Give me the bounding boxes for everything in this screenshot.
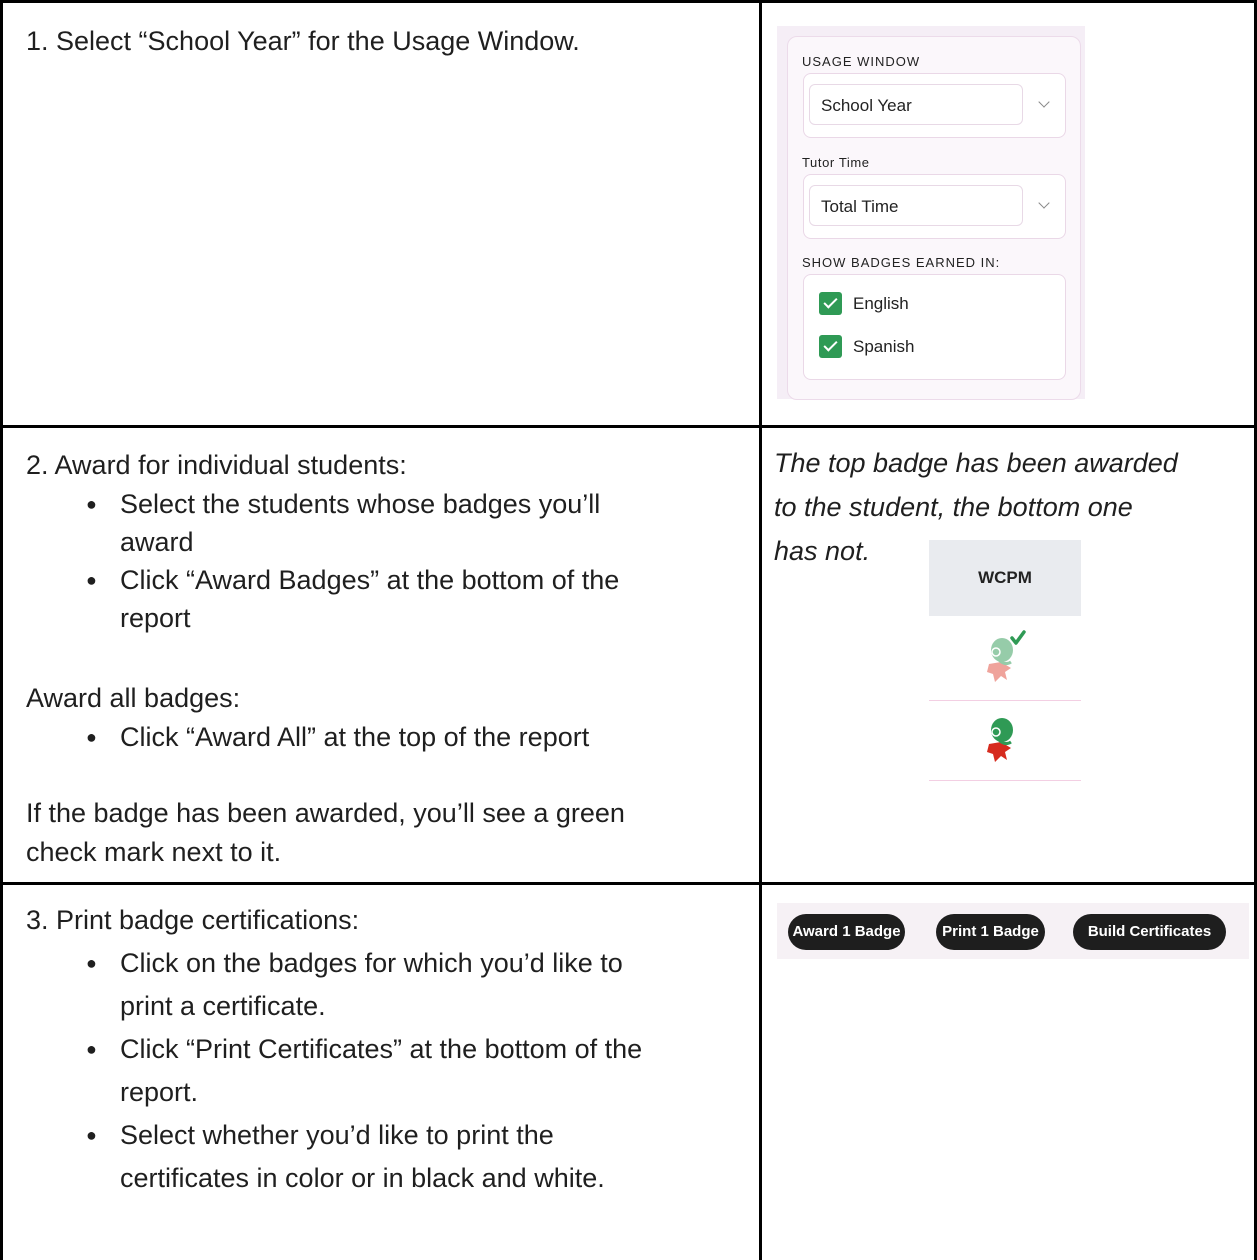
- caption-line: has not.: [774, 536, 871, 566]
- reader-badge-icon: [987, 718, 1013, 762]
- step-1-text: 1. Select “School Year” for the Usage Wi…: [26, 26, 580, 56]
- note-line: check mark next to it.: [26, 837, 282, 867]
- award-all-bullets: Click “Award All” at the top of the repo…: [26, 718, 746, 756]
- bullet-text: Click “Award Badges” at the bottom of th…: [120, 565, 620, 595]
- step-1-cell: 1. Select “School Year” for the Usage Wi…: [26, 22, 746, 61]
- check-icon: [1010, 630, 1026, 645]
- badge-action-bar: Award 1 Badge Print 1 Badge Build Certif…: [777, 903, 1249, 959]
- bullet-text: report: [120, 603, 191, 633]
- step-2-heading: 2. Award for individual students:: [26, 450, 407, 480]
- step-3-bullets: Click on the badges for which you’d like…: [26, 942, 746, 1200]
- english-checkbox[interactable]: [819, 292, 842, 315]
- bullet-item: Select the students whose badges you’ll a…: [26, 485, 746, 561]
- chevron-down-icon: [1038, 96, 1050, 108]
- bullet-text: Select the students whose badges you’ll: [120, 489, 601, 519]
- bullet-text: Select whether you’d like to print the: [120, 1120, 554, 1150]
- filter-panel: USAGE WINDOW School Year Tutor Time Tota…: [777, 26, 1085, 400]
- spanish-checkbox[interactable]: [819, 335, 842, 358]
- table-column-divider: [759, 0, 762, 1260]
- caption-line: The top badge has been awarded: [774, 448, 1178, 478]
- tutor-time-label: Tutor Time: [802, 155, 870, 170]
- bullet-item: Click “Print Certificates” at the bottom…: [26, 1028, 746, 1114]
- bullet-text: report.: [120, 1077, 199, 1107]
- note-line: If the badge has been awarded, you’ll se…: [26, 798, 625, 828]
- language-checkbox-group: English Spanish: [803, 274, 1066, 380]
- reader-badge-icon: [987, 630, 1026, 682]
- awarded-note: If the badge has been awarded, you’ll se…: [26, 794, 746, 872]
- table-border-left: [0, 0, 3, 1260]
- bullet-item: Select whether you’d like to print the ce…: [26, 1114, 746, 1200]
- bullet-item: Click “Award All” at the top of the repo…: [26, 718, 746, 756]
- awarded-badge[interactable]: [975, 628, 1035, 688]
- chevron-down-icon: [1038, 197, 1050, 209]
- usage-window-select[interactable]: School Year: [803, 73, 1066, 138]
- step-2-cell: 2. Award for individual students: Select…: [26, 446, 746, 872]
- bullet-text: Click “Print Certificates” at the bottom…: [120, 1034, 643, 1064]
- step-3-cell: 3. Print badge certifications: Click on …: [26, 901, 746, 1200]
- step-2-bullets: Select the students whose badges you’ll a…: [26, 485, 746, 637]
- build-certificates-button[interactable]: Build Certificates: [1073, 914, 1226, 950]
- bullet-item: Click on the badges for which you’d like…: [26, 942, 746, 1028]
- bullet-text: award: [120, 527, 194, 557]
- award-all-heading: Award all badges:: [26, 683, 241, 713]
- table-row-divider-1: [0, 425, 1257, 428]
- print-badge-button[interactable]: Print 1 Badge: [936, 914, 1045, 950]
- filter-panel-card: USAGE WINDOW School Year Tutor Time Tota…: [787, 36, 1081, 400]
- bullet-text: Click “Award All” at the top of the repo…: [120, 722, 590, 752]
- bullet-text: print a certificate.: [120, 991, 326, 1021]
- spanish-label: Spanish: [853, 337, 915, 356]
- tutor-time-value: Total Time: [809, 185, 1023, 226]
- unawarded-badge[interactable]: [975, 708, 1035, 768]
- instruction-table: 1. Select “School Year” for the Usage Wi…: [0, 0, 1257, 1260]
- table-row-divider-2: [0, 882, 1257, 885]
- badge-row-separator: [929, 700, 1081, 701]
- english-label: English: [853, 294, 909, 313]
- badges-label: SHOW BADGES EARNED IN:: [802, 255, 1001, 270]
- badge-row-separator: [929, 780, 1081, 781]
- bullet-text: Click on the badges for which you’d like…: [120, 948, 623, 978]
- usage-window-value: School Year: [809, 84, 1023, 125]
- award-badge-button[interactable]: Award 1 Badge: [788, 914, 905, 950]
- usage-window-label: USAGE WINDOW: [802, 54, 921, 69]
- tutor-time-select[interactable]: Total Time: [803, 174, 1066, 239]
- bullet-item: Click “Award Badges” at the bottom of th…: [26, 561, 746, 637]
- bullet-text: certificates in color or in black and wh…: [120, 1163, 605, 1193]
- table-border-top: [0, 0, 1257, 3]
- wcpm-column-header: WCPM: [929, 540, 1081, 616]
- step-3-heading: 3. Print badge certifications:: [26, 905, 360, 935]
- caption-line: to the student, the bottom one: [774, 492, 1133, 522]
